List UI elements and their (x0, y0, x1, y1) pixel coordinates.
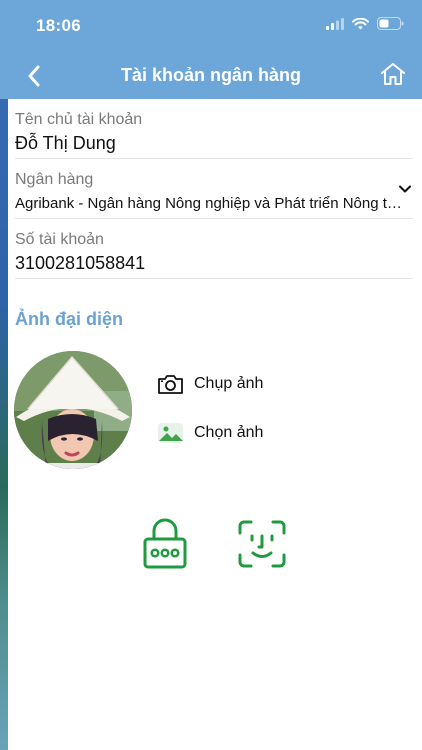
face-id-button[interactable] (238, 520, 286, 568)
background-edge (0, 0, 8, 750)
nav-bar: Tài khoản ngân hàng (0, 52, 422, 99)
status-bar: 18:06 (0, 0, 422, 52)
account-holder-value: Đỗ Thị Dung (15, 133, 116, 153)
choose-photo-button[interactable]: Chọn ảnh (157, 421, 263, 445)
choose-photo-label: Chọn ảnh (194, 424, 264, 441)
avatar-photo (14, 351, 132, 469)
camera-icon (158, 375, 183, 394)
account-number-label: Số tài khoản (15, 231, 104, 248)
bank-value: Agribank - Ngân hàng Nông nghiệp và Phát… (15, 195, 410, 212)
account-number-value: 3100281058841 (15, 253, 146, 273)
home-icon (381, 63, 405, 85)
avatar[interactable] (14, 351, 132, 469)
avatar-section-title: Ảnh đại diện (15, 309, 123, 329)
bank-select-field[interactable]: Ngân hàng Agribank - Ngân hàng Nông nghi… (15, 159, 413, 219)
home-button[interactable] (380, 61, 408, 89)
page-title: Tài khoản ngân hàng (120, 65, 301, 85)
image-icon (158, 423, 183, 443)
password-button[interactable] (143, 518, 187, 570)
header: 18:06 Tài khoản ngân hàng (0, 0, 422, 99)
password-lock-icon (143, 518, 187, 569)
status-icons (326, 17, 404, 30)
take-photo-button[interactable]: Chụp ảnh (157, 373, 263, 395)
account-holder-field[interactable]: Tên chủ tài khoản Đỗ Thị Dung (15, 99, 413, 159)
chevron-down-icon[interactable] (399, 185, 411, 193)
face-id-icon (238, 520, 286, 568)
battery-icon (377, 17, 404, 30)
bank-label: Ngân hàng (15, 171, 94, 188)
status-time: 18:06 (36, 16, 81, 35)
bank-account-form: Tên chủ tài khoản Đỗ Thị Dung Ngân hàng … (15, 99, 413, 279)
account-number-field[interactable]: Số tài khoản 3100281058841 (15, 219, 413, 279)
wifi-icon (352, 17, 369, 29)
cellular-signal-icon (326, 17, 344, 30)
take-photo-label: Chụp ảnh (194, 375, 264, 392)
account-holder-label: Tên chủ tài khoản (15, 111, 143, 128)
